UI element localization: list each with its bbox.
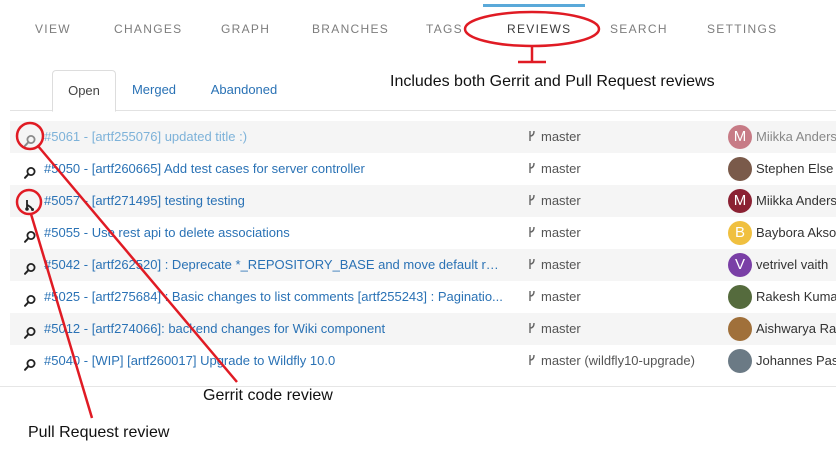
app-panel: VIEW CHANGES GRAPH BRANCHES TAGS REVIEWS… — [10, 0, 836, 386]
branch-label: master — [541, 161, 581, 176]
review-row[interactable]: #5025 - [artf275684] : Basic changes to … — [10, 281, 836, 313]
review-author: Rakesh Kuma — [756, 289, 836, 304]
review-branch: master — [528, 185, 581, 217]
nav-tags[interactable]: TAGS — [426, 22, 463, 36]
review-author: Baybora Akso — [756, 225, 836, 240]
nav-view[interactable]: VIEW — [35, 22, 71, 36]
branch-label: master — [541, 129, 581, 144]
review-author: Aishwarya Ra — [756, 321, 836, 336]
review-row[interactable]: #5061 - [artf255076] updated title :) mas… — [10, 121, 836, 153]
git-branch-icon — [528, 314, 537, 333]
reviews-annotation: Includes both Gerrit and Pull Request re… — [390, 73, 715, 90]
review-row[interactable]: #5012 - [artf274066]: backend changes fo… — [10, 313, 836, 345]
nav-settings[interactable]: SETTINGS — [707, 22, 777, 36]
tab-merged[interactable]: Merged — [124, 70, 184, 110]
avatar — [728, 349, 752, 373]
branch-label: master — [541, 257, 581, 272]
avatar: B — [728, 221, 752, 245]
branch-icon — [22, 193, 38, 211]
git-branch-icon — [528, 250, 537, 269]
review-row[interactable]: #5040 - [WIP] [artf260017] Upgrade to Wi… — [10, 345, 836, 377]
review-branch: master — [528, 153, 581, 185]
review-branch: master — [528, 217, 581, 249]
branch-label: master (wildfly10-upgrade) — [541, 353, 695, 368]
review-row[interactable]: #5057 - [artf271495] testing testing mast… — [10, 185, 836, 217]
nav-branches[interactable]: BRANCHES — [312, 22, 389, 36]
nav-search[interactable]: SEARCH — [610, 22, 668, 36]
review-row[interactable]: #5055 - Use rest api to delete associati… — [10, 217, 836, 249]
branch-label: master — [541, 321, 581, 336]
magnifier-icon — [22, 161, 38, 179]
magnifier-icon — [22, 353, 38, 371]
review-title[interactable]: #5055 - Use rest api to delete associati… — [44, 217, 504, 249]
magnifier-icon — [22, 289, 38, 307]
review-author: vetrivel vaith — [756, 257, 829, 272]
branch-label: master — [541, 193, 581, 208]
review-title[interactable]: #5040 - [WIP] [artf260017] Upgrade to Wi… — [44, 345, 504, 377]
avatar: M — [728, 189, 752, 213]
avatar — [728, 285, 752, 309]
review-author: Miikka Anders — [756, 129, 836, 144]
branch-label: master — [541, 289, 581, 304]
git-branch-icon — [528, 282, 537, 301]
tab-abandoned[interactable]: Abandoned — [202, 70, 286, 110]
review-title[interactable]: #5025 - [artf275684] : Basic changes to … — [44, 281, 504, 313]
review-author: Johannes Pas — [756, 353, 836, 368]
review-title[interactable]: #5050 - [artf260665] Add test cases for … — [44, 153, 504, 185]
nav-changes[interactable]: CHANGES — [114, 22, 182, 36]
review-branch: master — [528, 281, 581, 313]
review-branch: master (wildfly10-upgrade) — [528, 345, 695, 377]
nav-graph[interactable]: GRAPH — [221, 22, 270, 36]
review-branch: master — [528, 313, 581, 345]
magnifier-icon — [22, 321, 38, 339]
tab-open[interactable]: Open — [52, 70, 116, 112]
avatar: M — [728, 125, 752, 149]
nav-reviews[interactable]: REVIEWS — [507, 22, 571, 36]
git-branch-icon — [528, 154, 537, 173]
review-author: Stephen Else — [756, 161, 834, 176]
avatar: V — [728, 253, 752, 277]
panel-divider — [0, 386, 836, 387]
review-branch: master — [528, 249, 581, 281]
review-branch: master — [528, 121, 581, 153]
review-title[interactable]: #5061 - [artf255076] updated title :) — [44, 121, 504, 153]
review-title[interactable]: #5057 - [artf271495] testing testing — [44, 185, 504, 217]
gerrit-annotation: Gerrit code review — [203, 387, 333, 404]
pull-request-annotation: Pull Request review — [28, 424, 170, 441]
git-branch-icon — [528, 122, 537, 141]
review-author: Miikka Anders — [756, 193, 836, 208]
review-row[interactable]: #5050 - [artf260665] Add test cases for … — [10, 153, 836, 185]
magnifier-icon — [22, 257, 38, 275]
git-branch-icon — [528, 346, 537, 365]
branch-label: master — [541, 225, 581, 240]
review-title[interactable]: #5042 - [artf262520] : Deprecate *_REPOS… — [44, 249, 504, 281]
review-row[interactable]: #5042 - [artf262520] : Deprecate *_REPOS… — [10, 249, 836, 281]
active-tab-indicator — [483, 4, 585, 7]
magnifier-icon — [22, 225, 38, 243]
magnifier-icon — [22, 129, 38, 147]
avatar — [728, 317, 752, 341]
avatar — [728, 157, 752, 181]
top-navigation: VIEW CHANGES GRAPH BRANCHES TAGS REVIEWS… — [10, 0, 836, 58]
git-branch-icon — [528, 218, 537, 237]
review-title[interactable]: #5012 - [artf274066]: backend changes fo… — [44, 313, 504, 345]
git-branch-icon — [528, 186, 537, 205]
